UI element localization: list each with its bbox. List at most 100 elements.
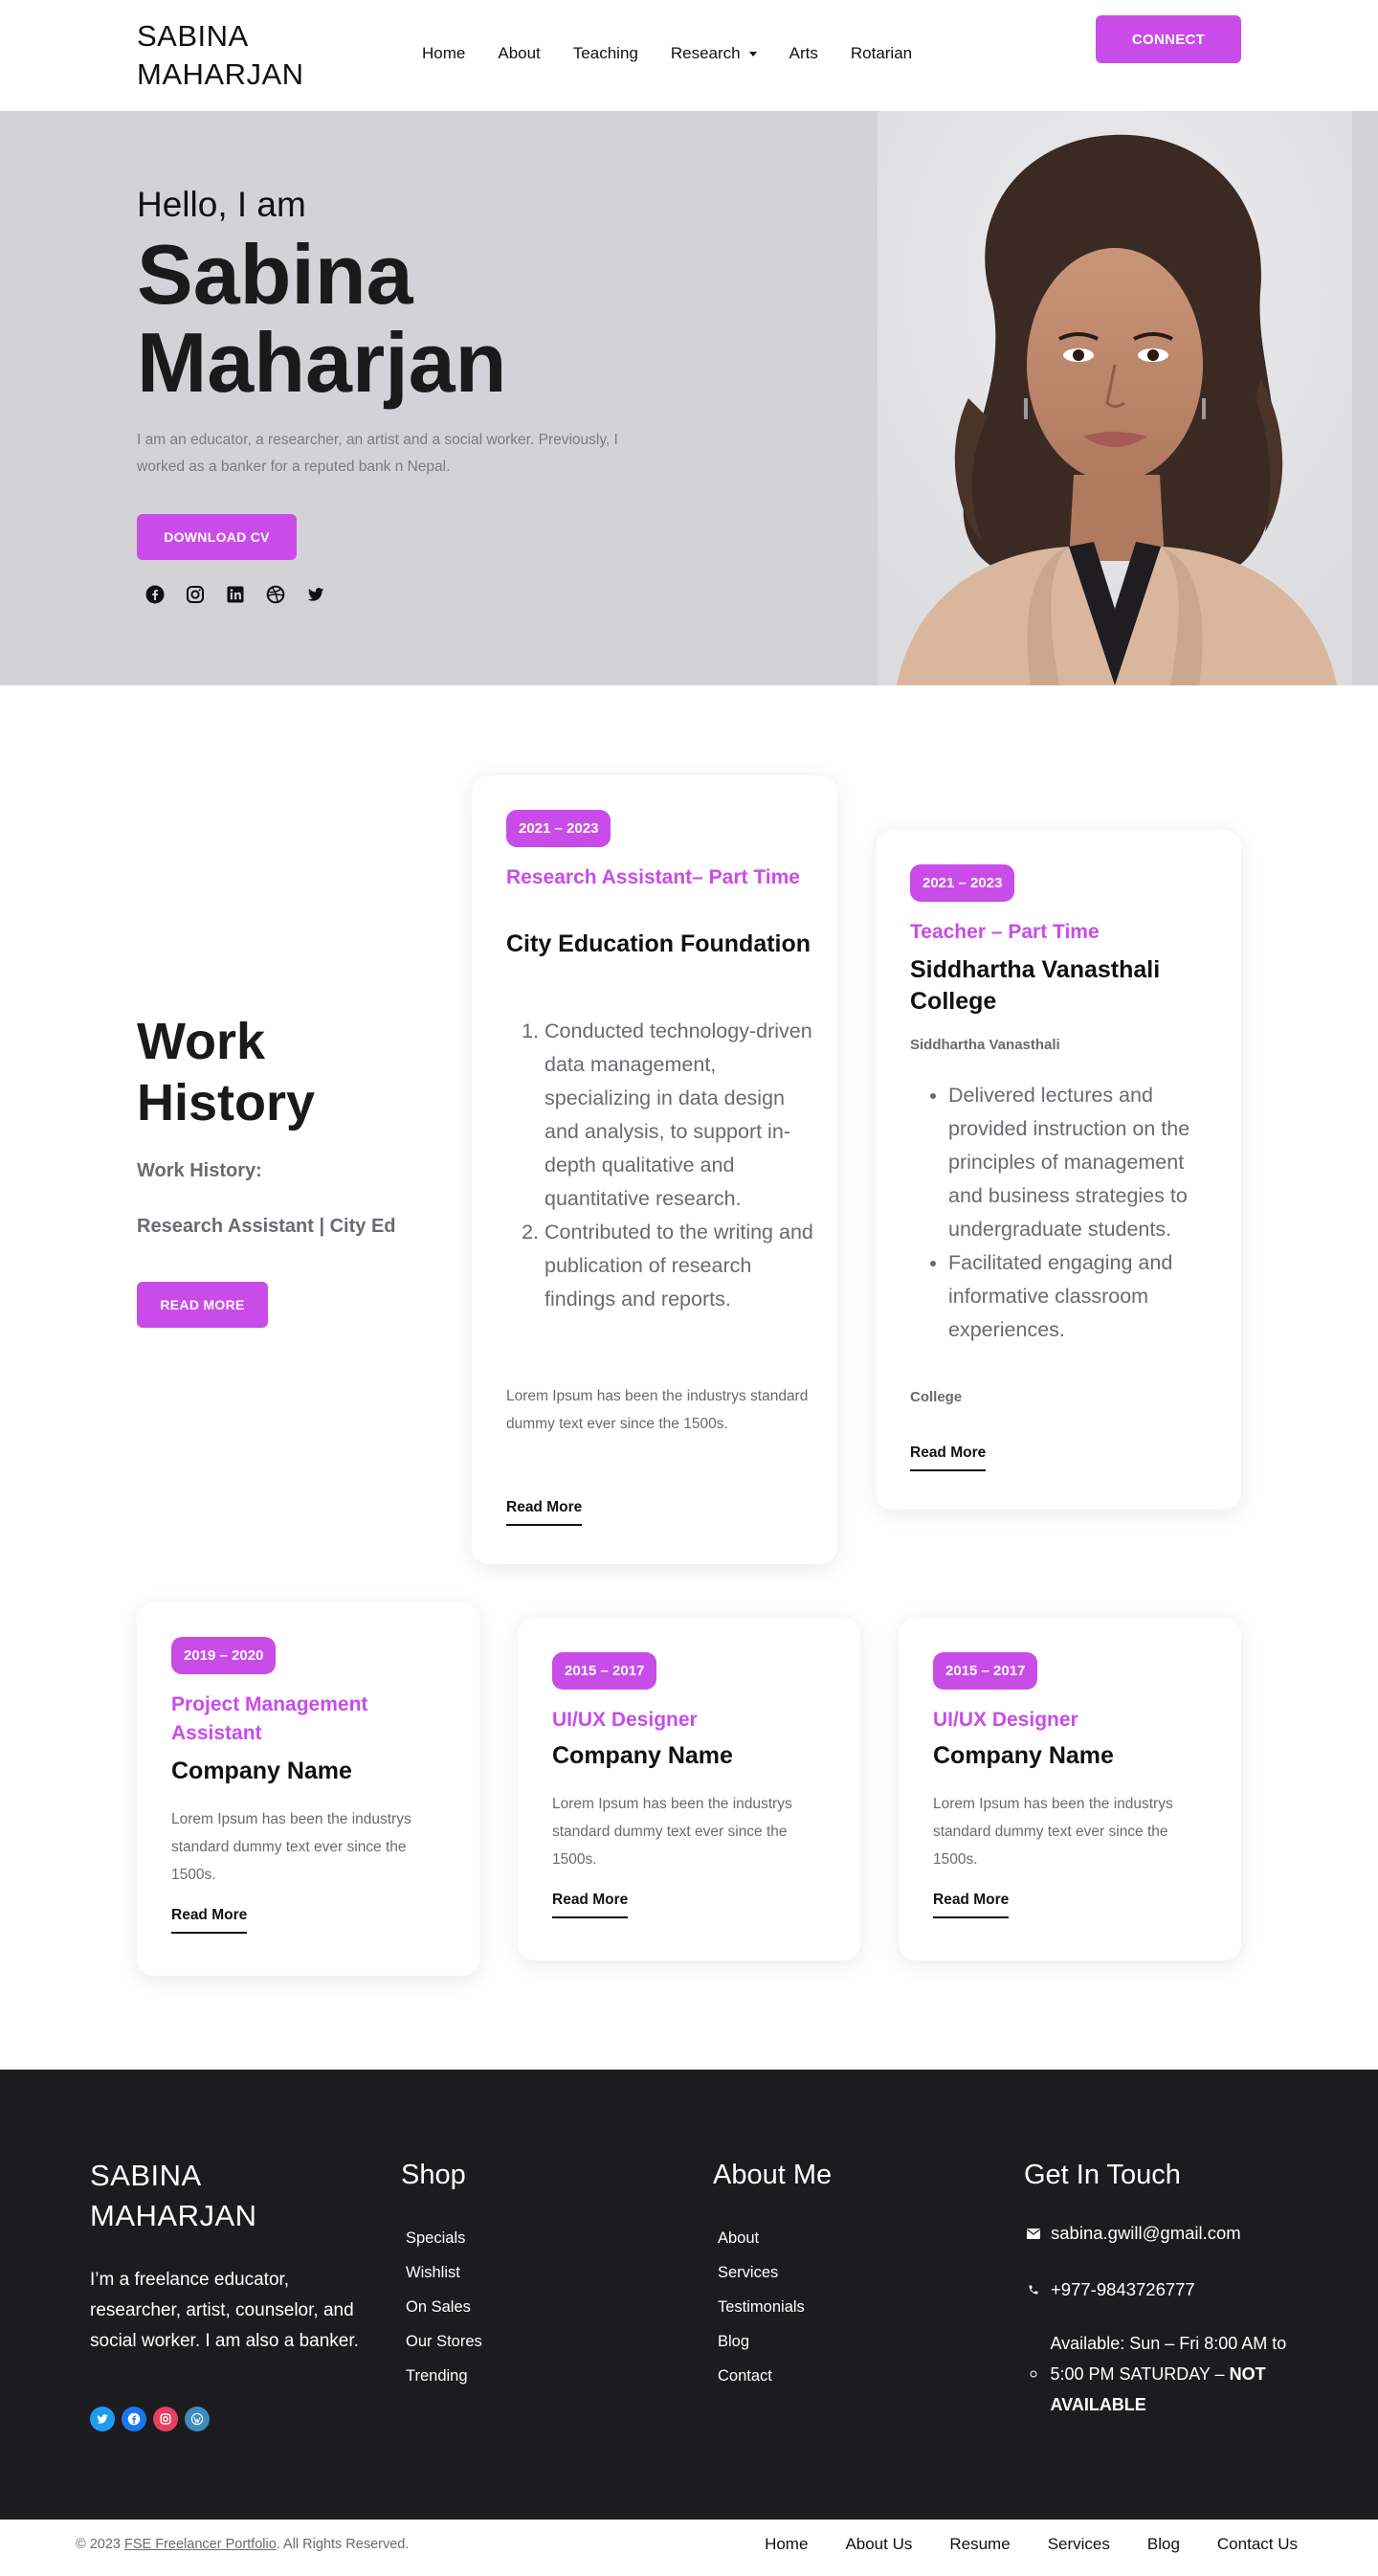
list-item: Contributed to the writing and publicati… bbox=[545, 1216, 814, 1316]
organization-name: Siddhartha Vanasthali bbox=[910, 1037, 1060, 1053]
footer-link[interactable]: Wishlist bbox=[401, 2255, 482, 2290]
footer-shop-title: Shop bbox=[401, 2160, 466, 2190]
profile-portrait bbox=[878, 111, 1352, 685]
card-description: Lorem Ipsum has been the industrys stand… bbox=[552, 1796, 792, 1868]
email-text: sabina.gwill@gmail.com bbox=[1051, 2223, 1241, 2243]
footer-link[interactable]: Testimonials bbox=[713, 2290, 805, 2324]
footer-social-links bbox=[90, 2407, 210, 2431]
date-badge: 2021 – 2023 bbox=[910, 864, 1015, 902]
footer-link[interactable]: Trending bbox=[401, 2359, 482, 2393]
work-history-title: Work History bbox=[137, 1013, 316, 1131]
footer-shop-links: Specials Wishlist On Sales Our Stores Tr… bbox=[401, 2221, 482, 2393]
job-role: Teacher – Part Time bbox=[910, 921, 1100, 943]
company-name: Company Name bbox=[933, 1742, 1114, 1769]
card-read-more-link[interactable]: Read More bbox=[910, 1445, 987, 1471]
main-nav: Home About Teaching Research Arts Rotari… bbox=[422, 44, 945, 63]
duties-list: Conducted technology-driven data managem… bbox=[506, 1015, 814, 1316]
card-read-more-link[interactable]: Read More bbox=[171, 1907, 248, 1934]
hero-description: I am an educator, a researcher, an artis… bbox=[137, 432, 618, 475]
footer-about-text: I’m a freelance educator, researcher, ar… bbox=[90, 2270, 359, 2351]
list-item: Facilitated engaging and informative cla… bbox=[948, 1246, 1218, 1347]
footer-about-title: About Me bbox=[713, 2160, 833, 2190]
work-card: 2015 – 2017 UI/UX Designer Company Name … bbox=[518, 1618, 860, 1960]
card-read-more-link[interactable]: Read More bbox=[506, 1499, 583, 1526]
card-read-more-link[interactable]: Read More bbox=[933, 1892, 1010, 1918]
footer-contact-title: Get In Touch bbox=[1024, 2160, 1181, 2190]
footer-email[interactable]: sabina.gwill@gmail.com bbox=[1024, 2218, 1241, 2249]
envelope-icon bbox=[1024, 2218, 1043, 2249]
read-more-button[interactable]: READ MORE bbox=[137, 1282, 268, 1328]
dribbble-icon[interactable] bbox=[265, 584, 286, 605]
twitter-icon[interactable] bbox=[90, 2407, 115, 2431]
work-card: 2021 – 2023 Research Assistant– Part Tim… bbox=[472, 775, 837, 1564]
company-name: Company Name bbox=[171, 1758, 352, 1784]
footer-link[interactable]: Contact bbox=[713, 2359, 805, 2393]
nav-rotarian[interactable]: Rotarian bbox=[851, 44, 912, 63]
work-history-current-role: Research Assistant | City Ed bbox=[137, 1216, 396, 1237]
work-card: 2021 – 2023 Teacher – Part Time Siddhart… bbox=[876, 830, 1241, 1510]
footer-link[interactable]: Our Stores bbox=[401, 2324, 482, 2359]
nav-research-label: Research bbox=[670, 44, 741, 62]
instagram-icon[interactable] bbox=[153, 2407, 178, 2431]
copyright-link[interactable]: FSE Freelancer Portfolio bbox=[124, 2537, 277, 2552]
card-read-more-link[interactable]: Read More bbox=[552, 1892, 629, 1918]
card-description: Lorem Ipsum has been the industrys stand… bbox=[506, 1388, 809, 1432]
date-badge: 2019 – 2020 bbox=[171, 1637, 277, 1674]
facebook-icon[interactable] bbox=[122, 2407, 146, 2431]
footer-link[interactable]: Blog bbox=[713, 2324, 805, 2359]
phone-text: +977-9843726777 bbox=[1051, 2279, 1195, 2299]
nav-about[interactable]: About bbox=[498, 44, 540, 63]
job-role: Research Assistant– Part Time bbox=[506, 866, 800, 888]
duties-list: Delivered lectures and provided instruct… bbox=[910, 1079, 1218, 1347]
clock-icon bbox=[1024, 2328, 1042, 2420]
footer-phone[interactable]: +977-9843726777 bbox=[1024, 2274, 1195, 2305]
work-history-subtitle: Work History: bbox=[137, 1160, 262, 1181]
download-cv-button[interactable]: DOWNLOAD CV bbox=[137, 514, 297, 560]
site-header: SABINA MAHARJAN Home About Teaching Rese… bbox=[0, 0, 1378, 111]
copyright: © 2023 FSE Freelancer Portfolio. All Rig… bbox=[76, 2537, 409, 2552]
hero-greeting: Hello, I am bbox=[137, 185, 306, 224]
date-badge: 2015 – 2017 bbox=[933, 1652, 1038, 1690]
company-name: Company Name bbox=[552, 1742, 733, 1769]
card-description: Lorem Ipsum has been the industrys stand… bbox=[933, 1796, 1173, 1868]
nav-research[interactable]: Research bbox=[671, 44, 757, 63]
bottom-nav-blog[interactable]: Blog bbox=[1147, 2535, 1180, 2554]
job-role: UI/UX Designer bbox=[933, 1709, 1078, 1731]
footer-link[interactable]: About bbox=[713, 2221, 805, 2255]
site-brand[interactable]: SABINA MAHARJAN bbox=[137, 17, 328, 94]
facebook-icon[interactable] bbox=[144, 584, 166, 605]
portrait-illustration bbox=[878, 111, 1352, 685]
bottom-nav-resume[interactable]: Resume bbox=[949, 2535, 1010, 2554]
footer-link[interactable]: Services bbox=[713, 2255, 805, 2290]
job-role: Project Management Assistant bbox=[171, 1693, 368, 1744]
footer-brand[interactable]: SABINA MAHARJAN bbox=[90, 2156, 281, 2236]
bottom-nav-contact[interactable]: Contact Us bbox=[1217, 2535, 1298, 2554]
twitter-icon[interactable] bbox=[305, 584, 326, 605]
date-badge: 2015 – 2017 bbox=[552, 1652, 657, 1690]
copyright-prefix: © 2023 bbox=[76, 2537, 121, 2552]
hero-name: Sabina Maharjan bbox=[137, 227, 507, 410]
bottom-nav-services[interactable]: Services bbox=[1048, 2535, 1110, 2554]
bottom-nav: Home About Us Resume Services Blog Conta… bbox=[765, 2535, 1298, 2554]
company-name: City Education Foundation bbox=[506, 930, 811, 957]
footer-link[interactable]: Specials bbox=[401, 2221, 482, 2255]
footer-link[interactable]: On Sales bbox=[401, 2290, 482, 2324]
bottom-bar: © 2023 FSE Freelancer Portfolio. All Rig… bbox=[0, 2520, 1378, 2572]
bottom-nav-home[interactable]: Home bbox=[765, 2535, 808, 2554]
connect-button[interactable]: CONNECT bbox=[1096, 15, 1241, 63]
instagram-icon[interactable] bbox=[185, 584, 206, 605]
job-role: UI/UX Designer bbox=[552, 1709, 698, 1731]
list-item: Delivered lectures and provided instruct… bbox=[948, 1079, 1218, 1246]
footer-about-links: About Services Testimonials Blog Contact bbox=[713, 2221, 805, 2393]
hero-section: Hello, I am Sabina Maharjan I am an educ… bbox=[0, 111, 1378, 685]
nav-home[interactable]: Home bbox=[422, 44, 465, 63]
wordpress-icon[interactable] bbox=[185, 2407, 210, 2431]
nav-teaching[interactable]: Teaching bbox=[573, 44, 638, 63]
card-description: Lorem Ipsum has been the industrys stand… bbox=[171, 1811, 411, 1883]
list-item: Conducted technology-driven data managem… bbox=[545, 1015, 814, 1216]
nav-arts[interactable]: Arts bbox=[789, 44, 818, 63]
footer-hours: Available: Sun – Fri 8:00 AM to 5:00 PM … bbox=[1024, 2328, 1321, 2420]
linkedin-icon[interactable] bbox=[225, 584, 246, 605]
hours-text: Available: Sun – Fri 8:00 AM to 5:00 PM … bbox=[1050, 2328, 1321, 2420]
bottom-nav-about[interactable]: About Us bbox=[845, 2535, 912, 2554]
